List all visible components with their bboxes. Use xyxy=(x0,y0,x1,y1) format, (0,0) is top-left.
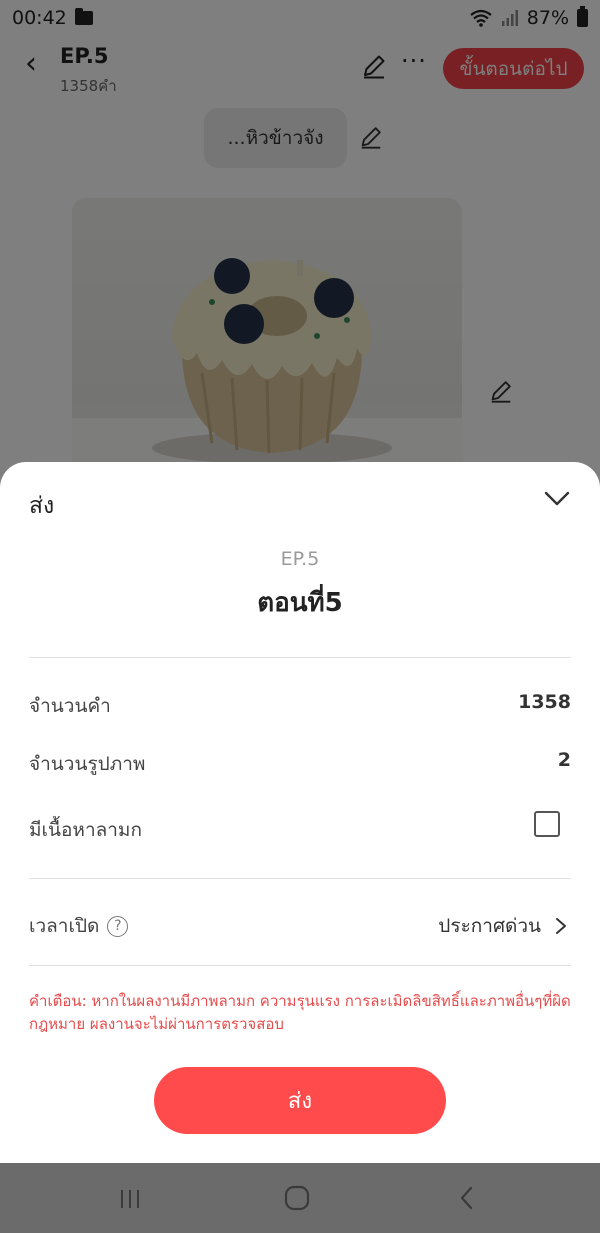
nsfw-label: มีเนื้อหาลามก xyxy=(29,819,142,841)
home-icon[interactable] xyxy=(284,1185,310,1211)
send-button[interactable]: ส่ง xyxy=(154,1067,446,1134)
system-nav-bar xyxy=(0,1163,600,1233)
episode-name: ตอนที่5 xyxy=(257,588,343,618)
divider xyxy=(29,657,571,658)
divider xyxy=(29,965,571,966)
open-time-value: ประกาศด่วน xyxy=(438,915,541,937)
open-time-selector[interactable]: ประกาศด่วน xyxy=(438,911,571,941)
word-count-row-label: จำนวนคำ xyxy=(29,695,111,717)
help-icon[interactable]: ? xyxy=(107,916,129,937)
recents-icon[interactable] xyxy=(118,1187,142,1211)
warning-text: คำเตือน: หากในผลงานมีภาพลามก ความรุนแรง … xyxy=(29,992,571,1033)
image-count-row-label: จำนวนรูปภาพ xyxy=(29,753,146,775)
submit-sheet: ส่ง EP.5 ตอนที่5 จำนวนคำ 1358 จำนวนรูปภา… xyxy=(0,462,600,1163)
chevron-down-icon[interactable] xyxy=(540,482,574,516)
open-time-label: เวลาเปิด xyxy=(29,915,100,937)
episode-label: EP.5 xyxy=(280,548,320,570)
nav-back-icon[interactable] xyxy=(454,1185,480,1211)
nsfw-checkbox[interactable] xyxy=(534,811,560,837)
chevron-right-icon xyxy=(556,918,566,934)
open-time-label-group: เวลาเปิด? xyxy=(29,911,129,941)
word-count-row-value: 1358 xyxy=(518,691,571,713)
sheet-title: ส่ง xyxy=(29,493,55,519)
image-count-row-value: 2 xyxy=(557,749,571,771)
divider xyxy=(29,878,571,879)
